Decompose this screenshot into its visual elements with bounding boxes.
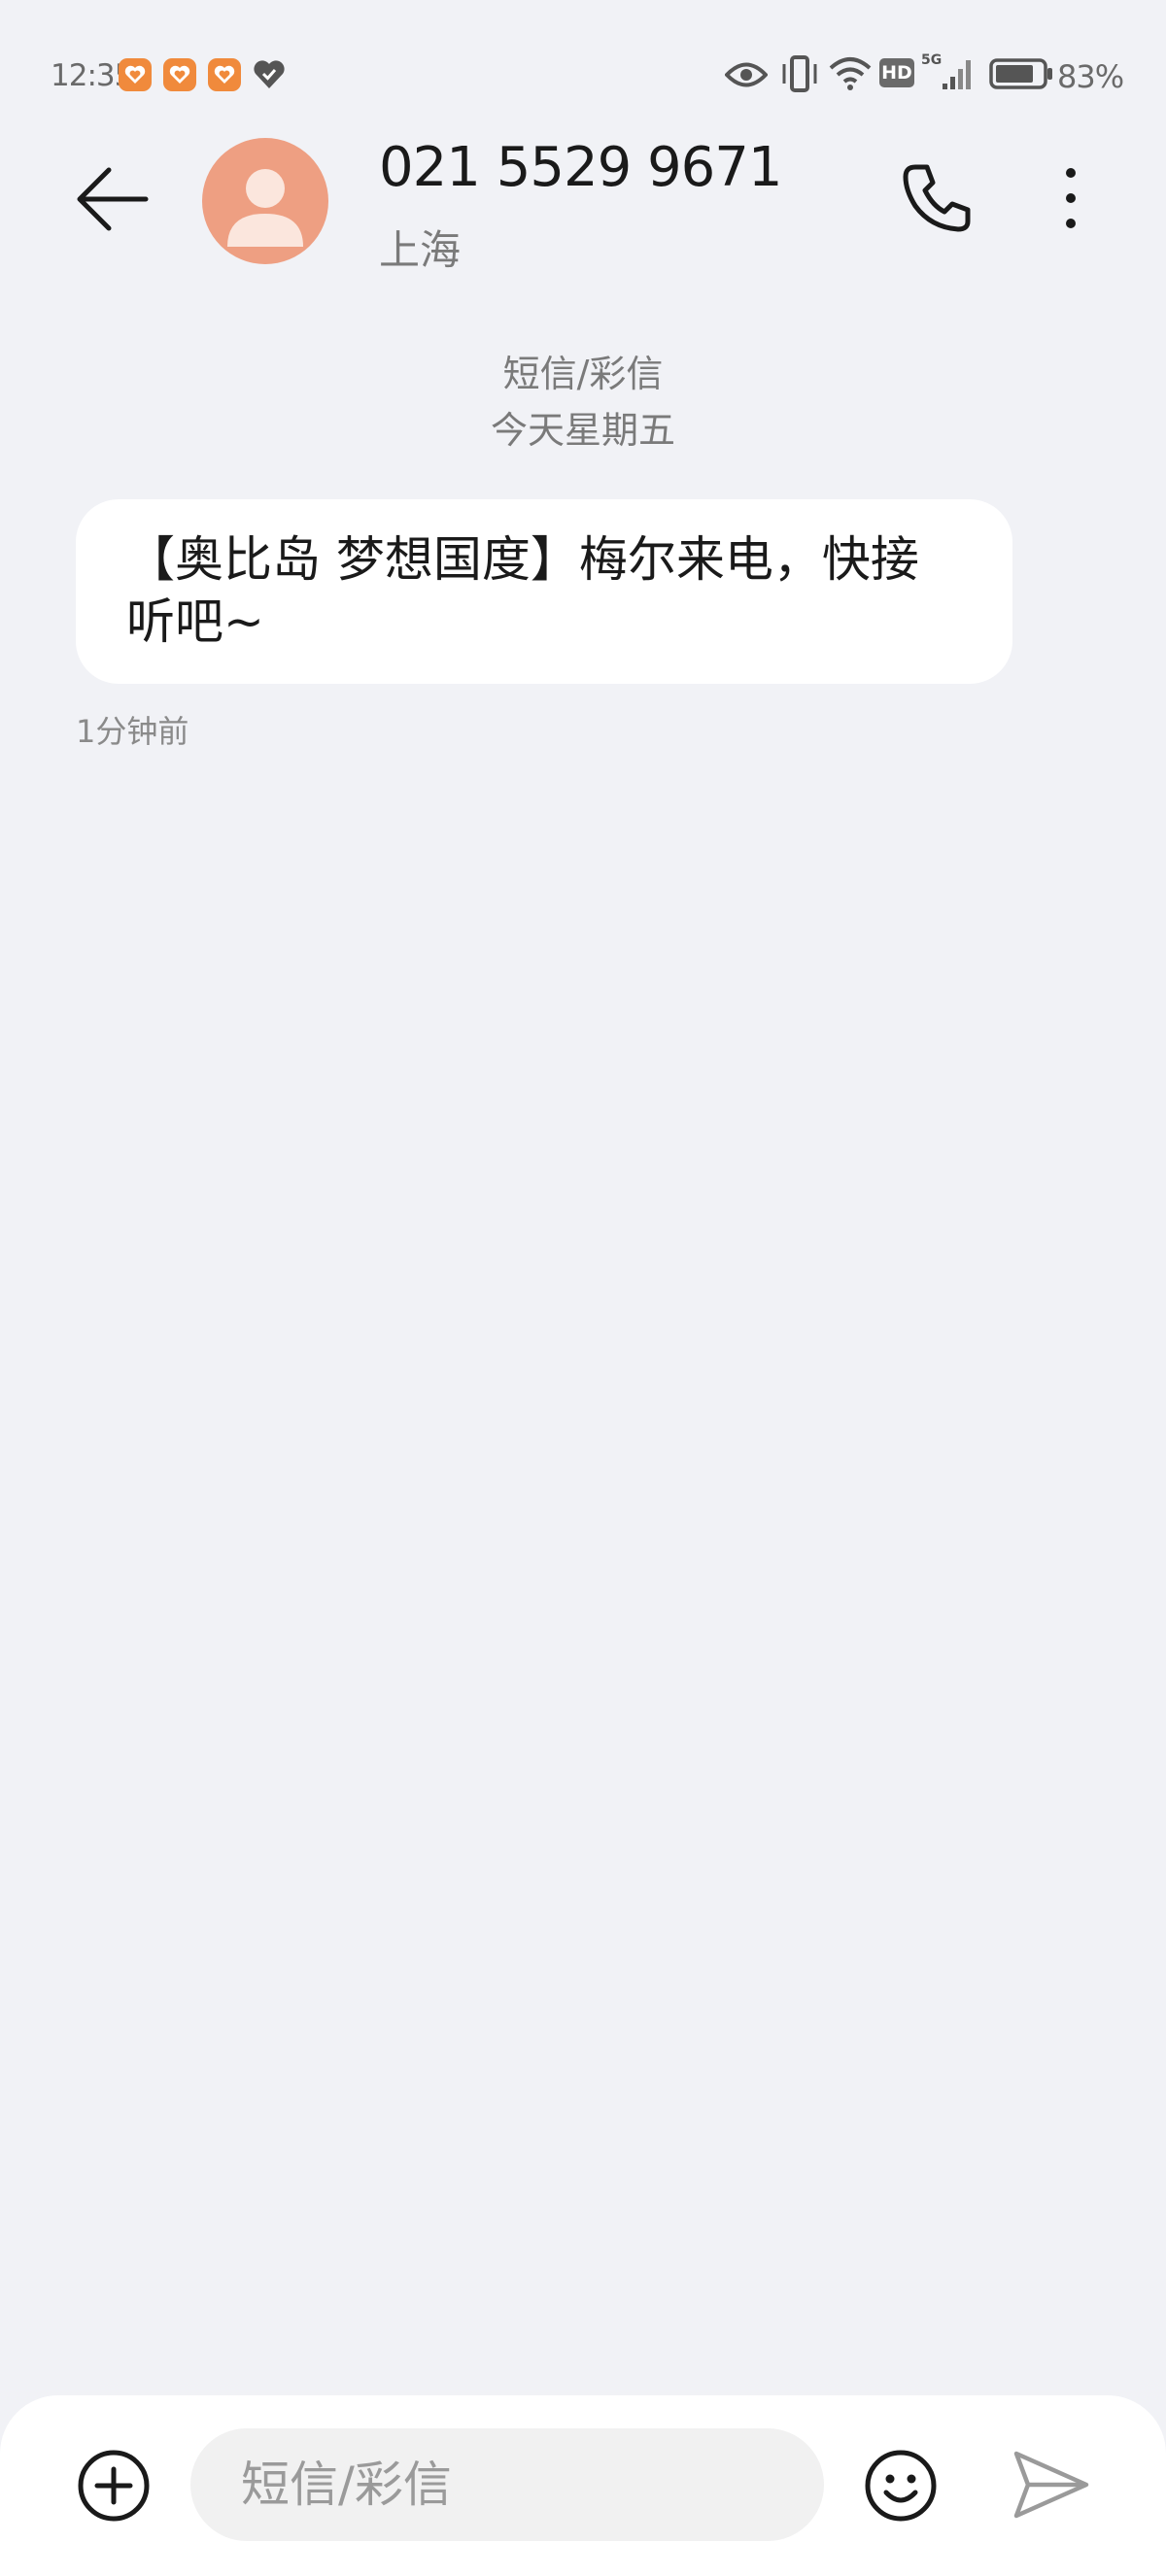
send-icon	[1013, 2451, 1089, 2519]
contact-number: 021 5529 9671	[379, 136, 783, 199]
add-attachment-button[interactable]	[76, 2448, 152, 2524]
person-icon	[227, 169, 303, 247]
wifi-icon	[828, 56, 873, 95]
emoji-button[interactable]	[863, 2448, 939, 2524]
smiley-icon	[865, 2450, 937, 2522]
plus-circle-icon	[78, 2450, 150, 2522]
battery-icon	[989, 58, 1053, 93]
heart-check-icon	[253, 58, 286, 91]
notification-app-icon	[119, 58, 152, 91]
message-timestamp: 1分钟前	[76, 713, 189, 750]
avatar[interactable]	[202, 138, 328, 264]
notification-app-icon	[163, 58, 196, 91]
phone-icon	[903, 164, 971, 232]
contact-location: 上海	[379, 226, 462, 274]
message-text: 【奥比岛 梦想国度】梅尔来电，快接听吧~	[126, 531, 919, 650]
vibrate-icon	[779, 54, 820, 97]
more-options-button[interactable]	[1049, 159, 1092, 237]
eye-icon	[724, 60, 769, 93]
status-bar: 12:35 HD 5G 83%	[0, 0, 1166, 146]
more-vertical-icon	[1066, 168, 1076, 228]
call-button[interactable]	[898, 159, 976, 237]
hd-icon: HD	[879, 58, 914, 87]
back-button[interactable]	[70, 155, 157, 243]
battery-percentage: 83%	[1057, 58, 1124, 95]
send-button[interactable]	[1011, 2446, 1092, 2524]
signal-icon: 5G	[921, 51, 979, 97]
network-type-label: 5G	[921, 52, 942, 68]
notification-app-icon	[208, 58, 241, 91]
conversation-date-label: 今天星期五	[490, 409, 675, 452]
message-bubble[interactable]: 【奥比岛 梦想国度】梅尔来电，快接听吧~	[76, 499, 1012, 684]
message-input[interactable]	[190, 2428, 824, 2541]
conversation-type-label: 短信/彩信	[502, 353, 664, 395]
arrow-left-icon	[77, 167, 149, 231]
